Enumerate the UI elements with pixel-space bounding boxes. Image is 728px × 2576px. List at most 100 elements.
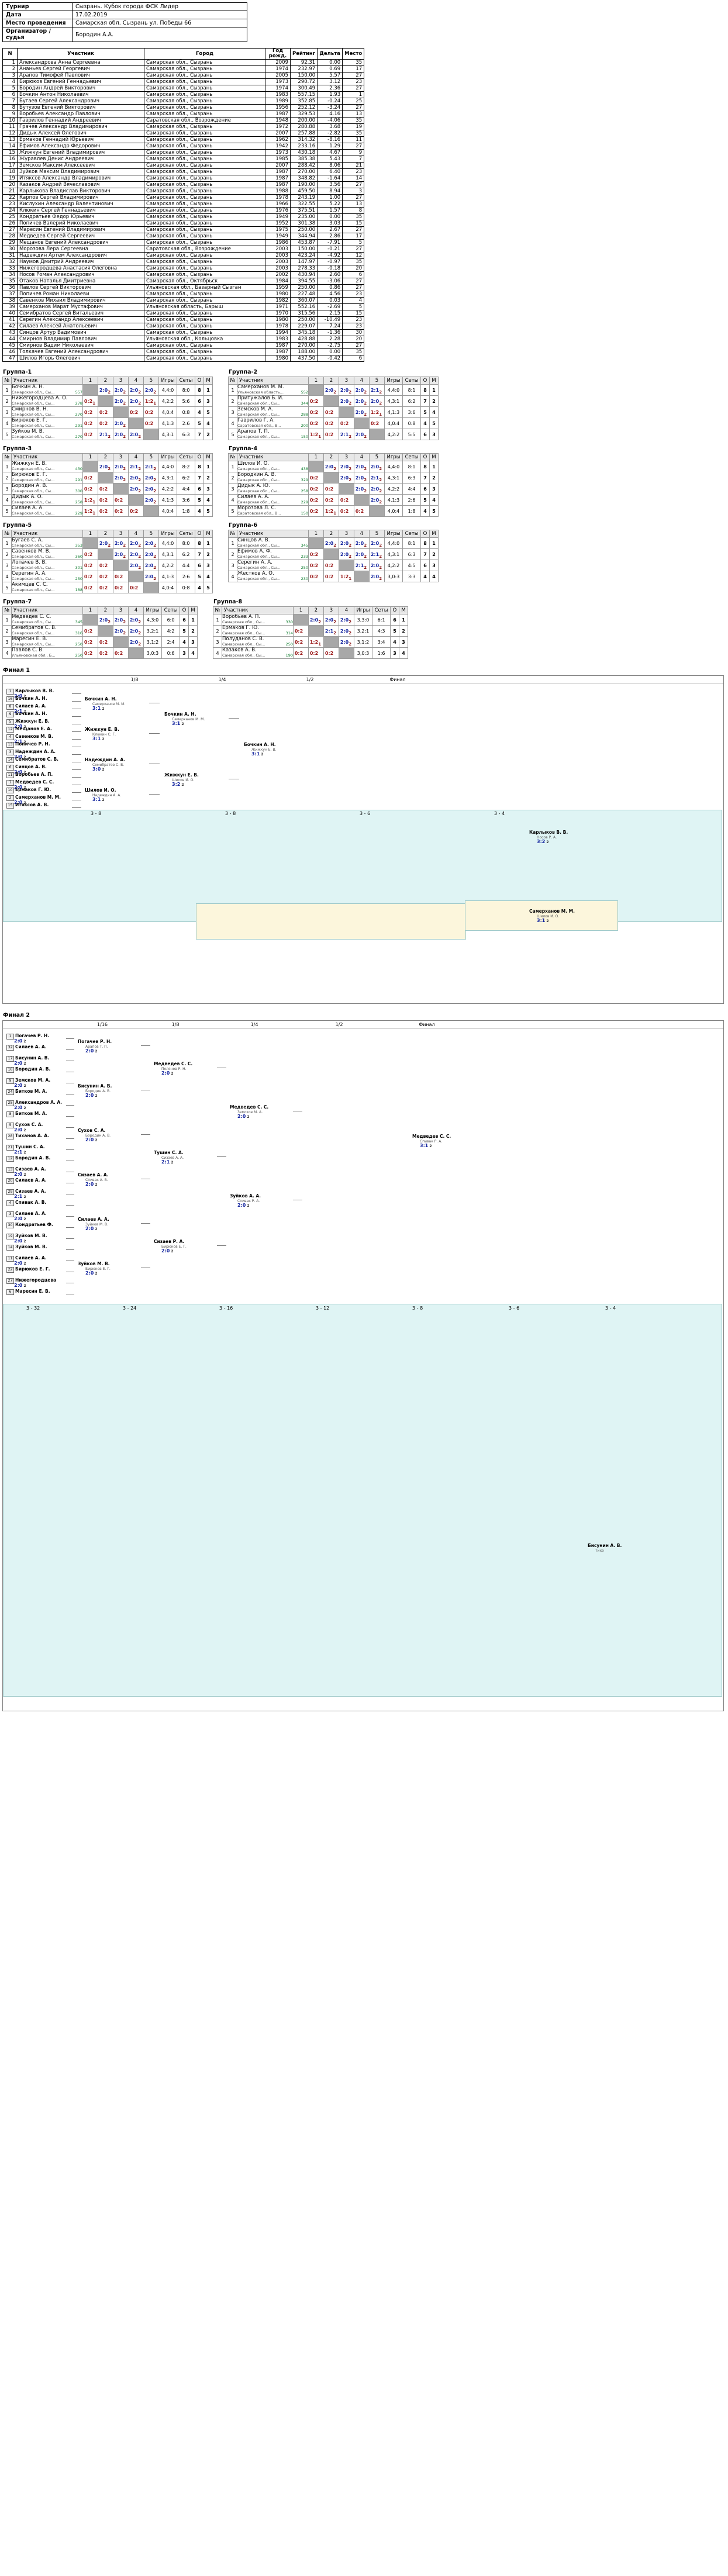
- group-match-cell[interactable]: 2:1 2: [354, 560, 370, 571]
- group-match-cell[interactable]: 2:0 2: [113, 548, 129, 560]
- group-player[interactable]: Дидык А. О. Самарская обл., Сы... 258: [11, 494, 83, 506]
- final2-r32-match[interactable]: 30 Кондратьев Ф.: [6, 1222, 53, 1228]
- group-player[interactable]: Смирнов В. Н. Самарская обл., Сы... 270: [11, 406, 83, 418]
- group-match-cell[interactable]: 2:0 2: [143, 560, 159, 571]
- final2-r32-match[interactable]: 11 Силаев А. А. 2:0 2: [6, 1255, 47, 1267]
- group-match-cell[interactable]: 2:0 2: [354, 548, 370, 560]
- group-player[interactable]: Семибратов С. В. Самарская обл., Сы... 316: [11, 625, 83, 637]
- group-match-cell[interactable]: 0:2: [308, 494, 324, 506]
- bracket-player[interactable]: Зуйков А. А.: [230, 1194, 261, 1199]
- group-match-cell[interactable]: 2:0 2: [98, 461, 113, 472]
- bracket-player[interactable]: 6 Маресин Е. В.: [6, 1289, 50, 1295]
- group-match-cell[interactable]: 2:0 2: [113, 429, 129, 440]
- group-match-cell[interactable]: 0:2: [98, 483, 113, 495]
- final1-fifth-place-match[interactable]: Карлыков В. В. Носов Р. А. 3:2 2: [529, 830, 568, 845]
- bracket-player[interactable]: 9 Бочкин А. Н.: [6, 711, 47, 717]
- group-match-cell[interactable]: 0:2: [323, 647, 339, 659]
- group-match-cell[interactable]: 2:0 2: [98, 384, 113, 396]
- bracket-player[interactable]: Бисунин А. В.: [78, 1084, 112, 1089]
- final2-r32-match[interactable]: 27 Нижегородцева 2:0 2: [6, 1277, 56, 1289]
- group-match-cell[interactable]: 0:2: [339, 505, 354, 517]
- final1-r16-match[interactable]: 14 Семибратов С. В.: [6, 757, 58, 763]
- final2-r16-match[interactable]: Бисунин А. В. Бородин А. В. 2:0 2: [78, 1084, 112, 1099]
- group-match-cell[interactable]: 2:1 2: [369, 384, 385, 396]
- group-match-cell[interactable]: 0:2: [113, 494, 129, 506]
- final2-r32-match[interactable]: 19 Зуйков М. В. 2:0 2: [6, 1233, 47, 1245]
- group-match-cell[interactable]: 2:0 2: [339, 636, 354, 648]
- bracket-player[interactable]: Бочкин А. Н.: [164, 712, 205, 717]
- final2-r16-match[interactable]: Сухов С. А. Бородин А. В. 2:0 2: [78, 1128, 111, 1144]
- group-match-cell[interactable]: 0:2: [98, 494, 113, 506]
- bracket-player[interactable]: 5 Жижкун Е. В.: [6, 719, 50, 725]
- group-match-cell[interactable]: 0:2: [128, 582, 144, 593]
- group-match-cell[interactable]: 2:1 2: [323, 625, 339, 637]
- group-player[interactable]: Бородин А. В. Самарская обл., Сы... 300: [11, 483, 83, 495]
- final1-third-place-match[interactable]: Самерханов М. М. Шилов И. О. 3:1 2: [529, 909, 575, 924]
- group-match-cell[interactable]: 2:0 2: [339, 461, 354, 472]
- final1-qf-match[interactable]: Жижкун Е. В. Клюкин С. Г. 3:1 2: [85, 727, 119, 743]
- bracket-player[interactable]: 15 Итяксов А. В.: [6, 802, 49, 809]
- final2-r32-match[interactable]: 4 Спивак А. В.: [6, 1200, 46, 1206]
- group-match-cell[interactable]: 2:0 2: [339, 472, 354, 484]
- group-match-cell[interactable]: 0:2: [98, 582, 113, 593]
- final2-r32-match[interactable]: 17 Бисунин А. В. 2:0 2: [6, 1055, 49, 1067]
- group-match-cell[interactable]: 2:0 2: [128, 395, 144, 407]
- group-match-cell[interactable]: 1:2 1: [323, 505, 339, 517]
- group-match-cell[interactable]: 2:0 2: [128, 614, 144, 626]
- group-match-cell[interactable]: 1:2 1: [308, 429, 324, 440]
- group-match-cell[interactable]: 0:2: [82, 406, 98, 418]
- bracket-player[interactable]: 22 Бирюков Е. Г.: [6, 1266, 50, 1273]
- final2-qf-match[interactable]: Медведев С. С. Полянов Р. Н. 2:0 2: [154, 1062, 192, 1077]
- group-match-cell[interactable]: 0:2: [128, 505, 144, 517]
- group-match-cell[interactable]: 2:0 2: [308, 614, 324, 626]
- final2-sf-match[interactable]: Медведев С. С. Земсков М. А. 2:0 2: [230, 1105, 268, 1120]
- group-match-cell[interactable]: 2:0 2: [339, 614, 354, 626]
- group-player[interactable]: Лопачев В. В. Самарская обл., Сы... 301: [11, 560, 83, 571]
- bracket-player[interactable]: Бисунин А. В.: [588, 1543, 622, 1549]
- group-player[interactable]: Силаев А. А. Самарская обл., Сы... 229: [237, 494, 309, 506]
- group-match-cell[interactable]: 0:2: [113, 505, 129, 517]
- final2-r32-match[interactable]: 32 Силаев А. А.: [6, 1044, 47, 1051]
- final2-r32-match[interactable]: 25 Александров А. А. 2:0 2: [6, 1100, 62, 1111]
- bracket-player[interactable]: Тушин С. А.: [154, 1151, 184, 1156]
- group-match-cell[interactable]: 2:0 2: [143, 472, 159, 484]
- group-player[interactable]: Силаев А. А. Самарская обл., Сы... 229: [11, 505, 83, 517]
- final1-final-match[interactable]: Бочкин А. Н. Жижкун Е. В. 3:1 2: [244, 743, 276, 758]
- group-match-cell[interactable]: 0:2: [293, 625, 309, 637]
- group-match-cell[interactable]: 0:2: [82, 571, 98, 582]
- group-match-cell[interactable]: 2:0 2: [339, 384, 354, 396]
- final2-r32-match[interactable]: 9 Земсков М. А. 2:0 2: [6, 1078, 50, 1089]
- group-match-cell[interactable]: 2:0 2: [143, 384, 159, 396]
- group-match-cell[interactable]: 0:2: [308, 483, 324, 495]
- bracket-player[interactable]: 12 Бородин А. В.: [6, 1155, 50, 1162]
- group-player[interactable]: Савенков М. В. Самарская обл., Сы... 360: [11, 548, 83, 560]
- final2-r32-match[interactable]: 6 Маресин Е. В.: [6, 1289, 50, 1295]
- group-match-cell[interactable]: 0:2: [143, 406, 159, 418]
- group-match-cell[interactable]: 0:2: [308, 548, 324, 560]
- final2-final-match[interactable]: Медведев С. С. Спивак Р. А. 3:1 2: [412, 1134, 451, 1149]
- bracket-player[interactable]: 10 Ермаков Г. Ю.: [6, 787, 51, 793]
- group-match-cell[interactable]: 0:2: [323, 494, 339, 506]
- bracket-player[interactable]: Сизаев А. А.: [78, 1173, 109, 1178]
- bracket-player[interactable]: 28 Тиханов А. А.: [6, 1133, 49, 1139]
- group-match-cell[interactable]: 0:2: [98, 571, 113, 582]
- group-player[interactable]: Бирюков Е. Г. Самарская обл., Сы... 291: [11, 472, 83, 484]
- bracket-player[interactable]: 21 Тушин С. А.: [6, 1144, 45, 1151]
- group-match-cell[interactable]: 2:0 2: [113, 537, 129, 549]
- group-player[interactable]: Зуйков М. В. Самарская обл., Сы... 270: [11, 429, 83, 440]
- final2-r32-match[interactable]: 13 Сизаев А. А. 2:0 2: [6, 1166, 46, 1178]
- group-match-cell[interactable]: 2:0 2: [98, 614, 113, 626]
- bracket-player[interactable]: Зуйков М. В.: [78, 1262, 111, 1267]
- group-player[interactable]: Казаков А. В. Самарская обл., Сы... 190: [222, 647, 294, 659]
- group-match-cell[interactable]: 2:0 2: [354, 384, 370, 396]
- group-player[interactable]: Бородкин А. В. Самарская обл., Сы... 329: [237, 472, 309, 484]
- group-match-cell[interactable]: 2:0 2: [354, 395, 370, 407]
- group-player[interactable]: Жестков А. О. Самарская обл., Сы... 230: [237, 571, 309, 582]
- bracket-player[interactable]: Силаев А. А.: [78, 1217, 109, 1223]
- group-match-cell[interactable]: 0:2: [82, 483, 98, 495]
- bracket-player[interactable]: 11 Силаев А. А.: [6, 1255, 47, 1262]
- group-match-cell[interactable]: 2:1 2: [143, 461, 159, 472]
- group-match-cell[interactable]: 1:2 1: [82, 505, 98, 517]
- group-match-cell[interactable]: 2:0 2: [128, 429, 144, 440]
- group-match-cell[interactable]: 1:2 1: [308, 636, 324, 648]
